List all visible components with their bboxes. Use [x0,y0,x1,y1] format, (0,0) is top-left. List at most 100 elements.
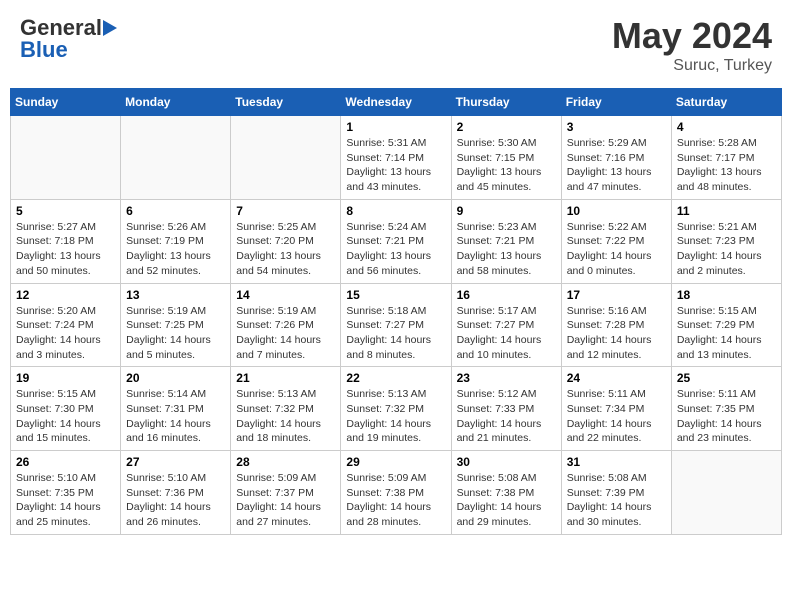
cell-info: Sunset: 7:16 PM [567,151,666,166]
cell-info: Daylight: 14 hours [16,417,115,432]
day-number: 13 [126,288,225,302]
cell-info: Daylight: 14 hours [236,417,335,432]
calendar-cell: 7Sunrise: 5:25 AMSunset: 7:20 PMDaylight… [231,199,341,283]
cell-info: Sunset: 7:27 PM [346,318,445,333]
cell-info: Daylight: 13 hours [457,165,556,180]
cell-info: Sunrise: 5:15 AM [16,387,115,402]
day-number: 28 [236,455,335,469]
calendar-cell: 16Sunrise: 5:17 AMSunset: 7:27 PMDayligh… [451,283,561,367]
cell-info: and 23 minutes. [677,431,776,446]
cell-info: and 18 minutes. [236,431,335,446]
cell-info: Sunrise: 5:31 AM [346,136,445,151]
calendar-cell: 11Sunrise: 5:21 AMSunset: 7:23 PMDayligh… [671,199,781,283]
cell-info: Sunrise: 5:28 AM [677,136,776,151]
cell-info: Daylight: 13 hours [567,165,666,180]
cell-info: Sunrise: 5:22 AM [567,220,666,235]
calendar-cell: 1Sunrise: 5:31 AMSunset: 7:14 PMDaylight… [341,116,451,200]
cell-info: Daylight: 14 hours [16,500,115,515]
calendar-cell: 12Sunrise: 5:20 AMSunset: 7:24 PMDayligh… [11,283,121,367]
weekday-header: Monday [121,89,231,116]
cell-info: Sunset: 7:35 PM [677,402,776,417]
cell-info: Sunrise: 5:08 AM [457,471,556,486]
calendar-cell: 4Sunrise: 5:28 AMSunset: 7:17 PMDaylight… [671,116,781,200]
cell-info: Daylight: 13 hours [457,249,556,264]
cell-info: Sunset: 7:31 PM [126,402,225,417]
cell-info: Daylight: 14 hours [567,500,666,515]
cell-info: Sunset: 7:25 PM [126,318,225,333]
cell-info: Sunrise: 5:20 AM [16,304,115,319]
cell-info: and 12 minutes. [567,348,666,363]
cell-info: Sunrise: 5:11 AM [567,387,666,402]
calendar-cell: 6Sunrise: 5:26 AMSunset: 7:19 PMDaylight… [121,199,231,283]
calendar-cell: 13Sunrise: 5:19 AMSunset: 7:25 PMDayligh… [121,283,231,367]
cell-info: Sunrise: 5:27 AM [16,220,115,235]
cell-info: Daylight: 14 hours [457,500,556,515]
weekday-header: Tuesday [231,89,341,116]
cell-info: Sunset: 7:30 PM [16,402,115,417]
day-number: 23 [457,371,556,385]
cell-info: Daylight: 13 hours [346,249,445,264]
cell-info: Sunset: 7:18 PM [16,234,115,249]
cell-info: Sunset: 7:21 PM [457,234,556,249]
cell-info: Sunrise: 5:09 AM [236,471,335,486]
calendar-cell: 23Sunrise: 5:12 AMSunset: 7:33 PMDayligh… [451,367,561,451]
cell-info: and 10 minutes. [457,348,556,363]
cell-info: Daylight: 14 hours [567,333,666,348]
cell-info: and 52 minutes. [126,264,225,279]
calendar-cell: 14Sunrise: 5:19 AMSunset: 7:26 PMDayligh… [231,283,341,367]
cell-info: and 8 minutes. [346,348,445,363]
cell-info: Sunset: 7:20 PM [236,234,335,249]
cell-info: Sunrise: 5:21 AM [677,220,776,235]
cell-info: Sunset: 7:14 PM [346,151,445,166]
calendar-week-row: 26Sunrise: 5:10 AMSunset: 7:35 PMDayligh… [11,451,782,535]
day-number: 18 [677,288,776,302]
weekday-header: Sunday [11,89,121,116]
day-number: 8 [346,204,445,218]
cell-info: Daylight: 14 hours [677,417,776,432]
calendar-cell [231,116,341,200]
calendar-cell: 17Sunrise: 5:16 AMSunset: 7:28 PMDayligh… [561,283,671,367]
cell-info: Sunrise: 5:15 AM [677,304,776,319]
calendar-cell: 31Sunrise: 5:08 AMSunset: 7:39 PMDayligh… [561,451,671,535]
day-number: 4 [677,120,776,134]
calendar-cell: 21Sunrise: 5:13 AMSunset: 7:32 PMDayligh… [231,367,341,451]
cell-info: and 54 minutes. [236,264,335,279]
cell-info: and 2 minutes. [677,264,776,279]
day-number: 27 [126,455,225,469]
cell-info: and 56 minutes. [346,264,445,279]
day-number: 3 [567,120,666,134]
cell-info: Sunrise: 5:12 AM [457,387,556,402]
day-number: 21 [236,371,335,385]
calendar-cell: 30Sunrise: 5:08 AMSunset: 7:38 PMDayligh… [451,451,561,535]
cell-info: Sunset: 7:36 PM [126,486,225,501]
cell-info: Sunset: 7:32 PM [346,402,445,417]
calendar-cell: 10Sunrise: 5:22 AMSunset: 7:22 PMDayligh… [561,199,671,283]
cell-info: Sunset: 7:35 PM [16,486,115,501]
day-number: 12 [16,288,115,302]
cell-info: Sunrise: 5:10 AM [126,471,225,486]
cell-info: and 15 minutes. [16,431,115,446]
calendar-cell: 18Sunrise: 5:15 AMSunset: 7:29 PMDayligh… [671,283,781,367]
day-number: 24 [567,371,666,385]
cell-info: and 26 minutes. [126,515,225,530]
cell-info: Sunrise: 5:23 AM [457,220,556,235]
cell-info: and 48 minutes. [677,180,776,195]
cell-info: Sunset: 7:38 PM [346,486,445,501]
calendar-cell: 9Sunrise: 5:23 AMSunset: 7:21 PMDaylight… [451,199,561,283]
cell-info: Sunrise: 5:26 AM [126,220,225,235]
cell-info: and 27 minutes. [236,515,335,530]
day-number: 25 [677,371,776,385]
cell-info: Sunset: 7:33 PM [457,402,556,417]
cell-info: and 7 minutes. [236,348,335,363]
cell-info: Daylight: 13 hours [677,165,776,180]
calendar-table: SundayMondayTuesdayWednesdayThursdayFrid… [10,88,782,535]
cell-info: Sunset: 7:26 PM [236,318,335,333]
cell-info: Daylight: 14 hours [457,333,556,348]
cell-info: and 25 minutes. [16,515,115,530]
cell-info: Sunrise: 5:10 AM [16,471,115,486]
cell-info: Daylight: 14 hours [677,249,776,264]
cell-info: and 21 minutes. [457,431,556,446]
cell-info: Sunset: 7:27 PM [457,318,556,333]
cell-info: and 47 minutes. [567,180,666,195]
day-number: 14 [236,288,335,302]
